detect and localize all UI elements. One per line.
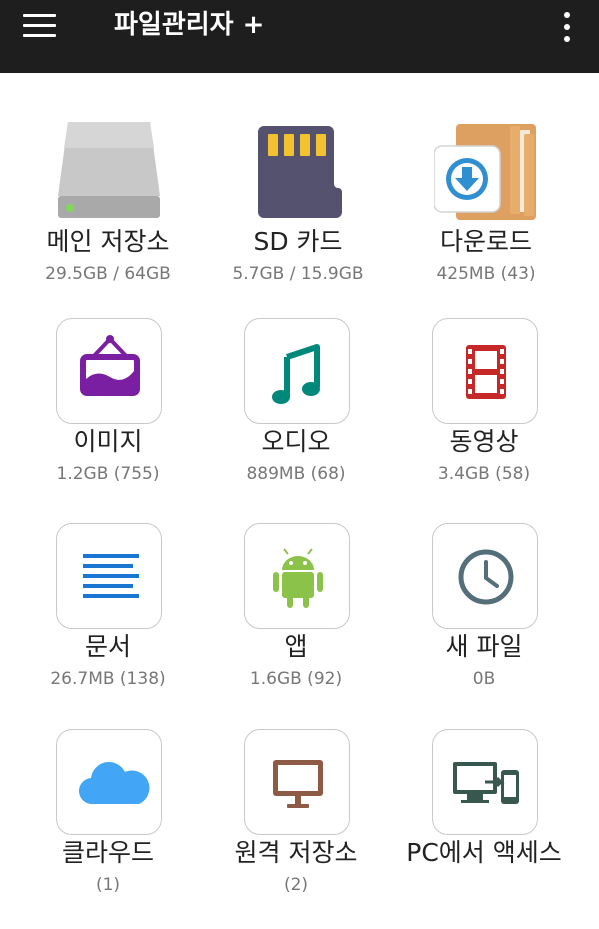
tile-sd-card[interactable]: SD 카드 5.7GB / 15.9GB — [203, 98, 393, 293]
app-title: 파일관리자 + — [114, 10, 265, 40]
tile-info: 1.6GB (92) — [249, 669, 343, 689]
document-lines-icon — [56, 523, 162, 629]
tile-label: 동영상 — [449, 427, 519, 456]
hard-drive-icon — [56, 118, 162, 224]
film-icon — [432, 318, 538, 424]
tile-download[interactable]: 다운로드 425MB (43) — [391, 98, 581, 293]
sd-card-icon — [246, 118, 352, 224]
tile-images[interactable]: 이미지 1.2GB (755) — [13, 298, 203, 493]
tile-info: 5.7GB / 15.9GB — [232, 264, 364, 284]
tile-documents[interactable]: 문서 26.7MB (138) — [13, 503, 203, 698]
tile-info: 29.5GB / 64GB — [45, 264, 171, 284]
tile-new-files[interactable]: 새 파일 0B — [389, 503, 579, 698]
tile-label: SD 카드 — [253, 227, 343, 256]
cloud-icon — [56, 729, 162, 835]
tile-label: PC에서 액세스 — [406, 838, 562, 867]
tile-label: 다운로드 — [439, 227, 532, 256]
tile-cloud[interactable]: 클라우드 (1) — [13, 709, 203, 904]
tile-label: 클라우드 — [61, 838, 154, 867]
tile-label: 새 파일 — [445, 632, 523, 661]
monitor-icon — [244, 729, 350, 835]
tile-info: 1.2GB (755) — [56, 464, 160, 484]
clock-icon — [432, 523, 538, 629]
tile-pc-access[interactable]: PC에서 액세스 — [389, 709, 579, 904]
tile-info: 3.4GB (58) — [437, 464, 531, 484]
tile-label: 원격 저장소 — [234, 838, 358, 867]
tile-label: 메인 저장소 — [46, 227, 170, 256]
tile-info: 0B — [472, 669, 496, 689]
tile-audio[interactable]: 오디오 889MB (68) — [201, 298, 391, 493]
tile-info: (1) — [95, 875, 121, 895]
app-bar: 파일관리자 + — [0, 0, 599, 73]
tile-remote-storage[interactable]: 원격 저장소 (2) — [201, 709, 391, 904]
tile-info: (2) — [283, 875, 309, 895]
tile-main-storage[interactable]: 메인 저장소 29.5GB / 64GB — [13, 98, 203, 293]
tile-info: 425MB (43) — [436, 264, 536, 284]
tile-label: 문서 — [84, 632, 131, 661]
tile-video[interactable]: 동영상 3.4GB (58) — [389, 298, 579, 493]
more-options-icon[interactable] — [550, 8, 584, 46]
image-frame-icon — [56, 318, 162, 424]
android-icon — [244, 523, 350, 629]
tile-label: 오디오 — [261, 427, 331, 456]
tile-info: 889MB (68) — [246, 464, 346, 484]
menu-icon[interactable] — [18, 10, 62, 42]
tile-label: 앱 — [284, 632, 308, 661]
tile-info: 26.7MB (138) — [50, 669, 166, 689]
music-note-icon — [244, 318, 350, 424]
pc-transfer-icon — [432, 729, 538, 835]
download-folder-icon — [434, 118, 540, 224]
tile-label: 이미지 — [73, 427, 143, 456]
tile-apps[interactable]: 앱 1.6GB (92) — [201, 503, 391, 698]
